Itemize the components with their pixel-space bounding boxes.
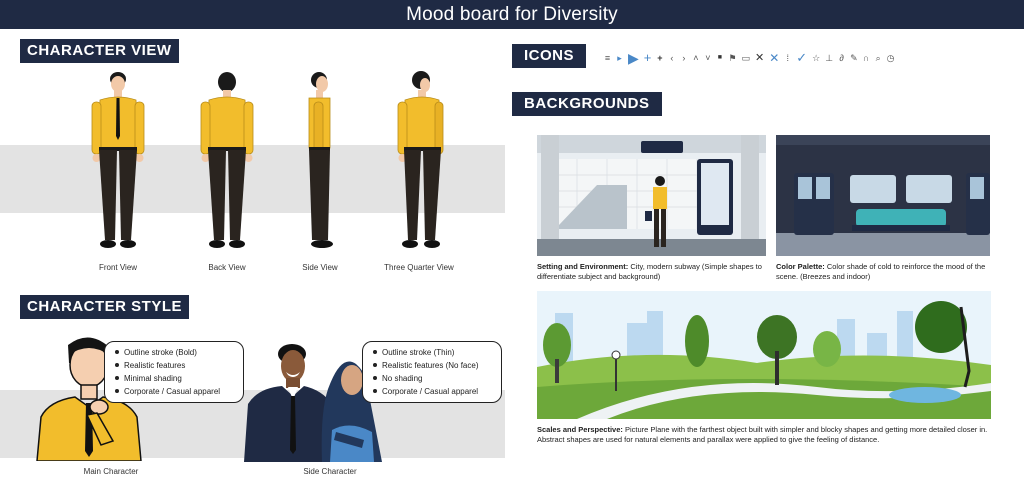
chevron-right-icon: ›	[682, 53, 686, 63]
search-icon: ⌕	[875, 53, 881, 63]
play-icon: ▶	[628, 50, 639, 66]
close-icon: ✕	[754, 52, 765, 64]
main-character-traits: Outline stroke (Bold) Realistic features…	[104, 341, 244, 403]
chevron-left-icon: ‹	[670, 53, 674, 63]
character-three-quarter-view	[397, 71, 444, 248]
page-title: Mood board for Diversity	[0, 0, 1024, 29]
scales-perspective-description: Scales and Perspective: Picture Plane wi…	[537, 425, 992, 445]
character-front-view	[91, 72, 145, 248]
train-interior-image	[776, 135, 990, 256]
main-trait-item: Corporate / Casual apparel	[115, 385, 235, 398]
palette-label: Color Palette:	[776, 262, 825, 271]
chevron-up-icon: ˄	[693, 53, 699, 63]
plus-small-icon: +	[657, 53, 663, 63]
setting-label: Setting and Environment:	[537, 262, 629, 271]
front-view-caption: Front View	[98, 263, 138, 272]
headphones-icon: ∩	[862, 53, 870, 63]
setting-environment-description: Setting and Environment: City, modern su…	[537, 262, 769, 282]
close-blue-icon: ✕	[769, 51, 780, 65]
main-character-caption: Main Character	[83, 467, 139, 476]
scales-label: Scales and Perspective:	[537, 425, 623, 434]
side-character-caption: Side Character	[303, 467, 357, 476]
main-trait-item: Realistic features	[115, 359, 235, 372]
chevron-down-icon: ˅	[705, 53, 711, 63]
play-small-icon: ▸	[617, 53, 622, 63]
three-quarter-view-caption: Three Quarter View	[384, 263, 454, 272]
icons-heading: ICONS	[512, 44, 587, 68]
edit-icon: ✎	[850, 53, 858, 63]
character-view-heading: CHARACTER VIEW	[20, 39, 179, 63]
star-icon: ☆	[812, 53, 821, 63]
side-trait-item: Outline stroke (Thin)	[373, 346, 493, 359]
main-trait-item: Outline stroke (Bold)	[115, 346, 235, 359]
icon-set: ≡ ▸ ▶ + + ‹ › ˄ ˅ ■ ⚑ ▭ ✕ ✕ ⁞ ✓ ☆ ⊥ ∂ ✎ …	[604, 50, 895, 66]
subway-background-image	[537, 135, 766, 256]
grip-icon: ⁞	[786, 53, 789, 63]
color-palette-description: Color Palette: Color shade of cold to re…	[776, 262, 990, 282]
side-view-caption: Side View	[302, 263, 338, 272]
character-side-view	[308, 72, 333, 248]
backgrounds-heading: BACKGROUNDS	[512, 92, 662, 116]
side-trait-item: Realistic features (No face)	[373, 359, 493, 372]
clock-icon: ◷	[886, 53, 895, 63]
chat-icon: ▭	[741, 53, 750, 63]
download-icon: ⊥	[825, 53, 834, 63]
plus-icon: +	[643, 50, 652, 65]
side-character-traits: Outline stroke (Thin) Realistic features…	[362, 341, 502, 403]
character-back-view	[200, 72, 254, 248]
link-icon: ∂	[839, 53, 844, 63]
menu-icon: ≡	[604, 53, 611, 63]
side-trait-item: Corporate / Casual apparel	[373, 385, 493, 398]
park-background-image	[537, 291, 991, 419]
side-trait-item: No shading	[373, 372, 493, 385]
character-style-heading: CHARACTER STYLE	[20, 295, 190, 319]
check-icon: ✓	[796, 50, 808, 65]
main-trait-item: Minimal shading	[115, 372, 235, 385]
bookmark-icon: ⚑	[728, 53, 737, 63]
lock-icon: ■	[717, 54, 722, 61]
